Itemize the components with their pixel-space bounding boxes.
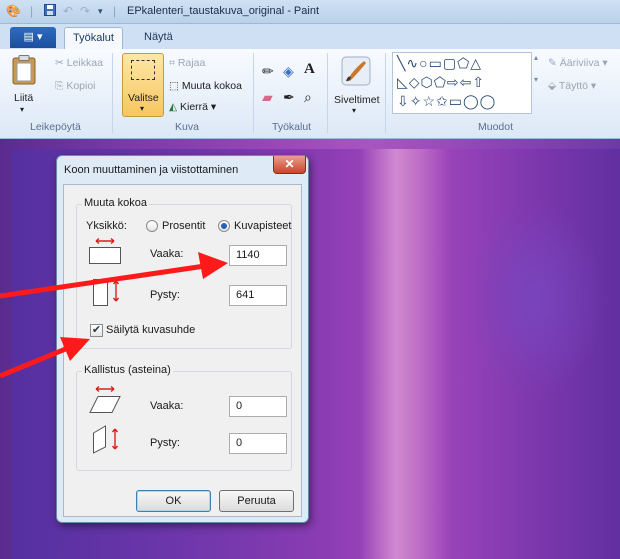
select-label: Valitse (128, 92, 159, 104)
fill-icon: ⬙ (548, 80, 557, 92)
unit-pixels-label[interactable]: Kuvapisteet (234, 220, 291, 232)
unit-percent-radio[interactable] (146, 220, 158, 232)
ok-button[interactable]: OK (136, 490, 211, 512)
title-bar: 🎨 | ↶ ↷ ▾ | EPkalenteri_taustakuva_origi… (0, 0, 620, 24)
shapes-row-1-icons: ╲∿○▭▢⬠△ (397, 55, 483, 71)
select-dropdown-icon: ▾ (140, 104, 145, 113)
paint-app-icon[interactable]: 🎨 (6, 4, 21, 20)
vertical-label: Pysty: (150, 289, 180, 301)
group-separator (112, 53, 113, 133)
skew-horizontal-label: Vaaka: (150, 400, 184, 412)
skew-vertical-input[interactable]: 0 (229, 433, 287, 454)
horizontal-size-input[interactable]: 1140 (229, 245, 287, 266)
copy-button[interactable]: ⎘ Kopioi (55, 80, 96, 93)
shapes-scroll-up-icon[interactable]: ▴ (534, 53, 538, 62)
resize-label: Muuta kokoa (181, 80, 242, 92)
shapes-row-2-icons: ◺◇⬡⬠⇨⇦⇧ (397, 74, 486, 90)
eraser-tool-icon[interactable]: ▰ (262, 89, 273, 106)
unit-pixels-radio[interactable] (218, 220, 230, 232)
ribbon: Liitä ▾ ✂ Leikkaa ⎘ Kopioi Leikepöytä Va… (0, 49, 620, 139)
group-label-shapes: Muodot (478, 121, 514, 133)
cut-label: Leikkaa (66, 57, 103, 69)
keep-aspect-ratio-label[interactable]: Säilytä kuvasuhde (106, 324, 195, 336)
fill-tool-icon[interactable]: ◈ (283, 63, 294, 80)
skew-group-title: Kallistus (asteina) (82, 364, 173, 376)
close-button[interactable]: ✕ (273, 156, 306, 174)
resize-group-title: Muuta kokoa (82, 197, 149, 209)
window-title: EPkalenteri_taustakuva_original - Paint (127, 5, 320, 17)
rotate-icon: ◭ (169, 101, 178, 113)
fill-label: Täyttö (558, 80, 588, 92)
paste-label[interactable]: Liitä (14, 92, 33, 104)
selection-icon (131, 60, 155, 80)
dialog-body: Muuta kokoa Yksikkö: Prosentit Kuvapiste… (63, 184, 302, 517)
divider: | (30, 4, 34, 18)
unit-percent-label[interactable]: Prosentit (162, 220, 205, 232)
resize-horizontal-icon (89, 237, 121, 264)
dialog-title: Koon muuttaminen ja viistottaminen (64, 164, 239, 176)
shapes-row-3-icons: ⇩✧☆✩▭◯◯ (397, 93, 497, 109)
scissors-icon: ✂ (55, 57, 64, 69)
cancel-button[interactable]: Peruuta (219, 490, 294, 512)
group-label-clipboard: Leikepöytä (30, 121, 81, 133)
clipboard-icon (12, 55, 36, 85)
cut-button[interactable]: ✂ Leikkaa (55, 57, 103, 69)
paste-dropdown-icon[interactable]: ▾ (20, 105, 24, 114)
group-separator (327, 53, 328, 133)
group-separator (253, 53, 254, 133)
tab-view[interactable]: Näytä (136, 27, 181, 49)
skew-vertical-label: Pysty: (150, 437, 180, 449)
customize-quick-access-icon[interactable]: ▾ (98, 6, 103, 22)
divider: | (113, 4, 117, 18)
outline-button[interactable]: ✎ Ääriviiva ▾ (548, 57, 608, 69)
copy-icon: ⎘ (55, 80, 64, 92)
fill-button[interactable]: ⬙ Täyttö ▾ (548, 80, 596, 92)
checkmark-icon: ✔ (91, 324, 102, 336)
resize-icon: ⬚ (169, 80, 179, 92)
tab-tools[interactable]: Työkalut (64, 27, 123, 49)
group-label-tools: Työkalut (272, 121, 312, 133)
redo-icon[interactable]: ↷ (80, 4, 90, 20)
skew-horizontal-icon (89, 385, 121, 413)
outline-icon: ✎ (548, 57, 557, 69)
shapes-gallery[interactable]: ╲∿○▭▢⬠△ ◺◇⬡⬠⇨⇦⇧ ⇩✧☆✩▭◯◯ (392, 52, 532, 114)
image-glow (360, 149, 450, 559)
close-icon: ✕ (284, 157, 295, 171)
magnifier-icon[interactable]: ⌕ (304, 89, 312, 106)
skew-horizontal-input[interactable]: 0 (229, 396, 287, 417)
group-separator (385, 53, 386, 133)
skew-vertical-icon (93, 425, 119, 454)
resize-button[interactable]: ⬚ Muuta kokoa (169, 80, 242, 92)
brushes-dropdown-icon[interactable]: ▾ (352, 106, 356, 115)
image-shadow (465, 199, 605, 399)
undo-icon[interactable]: ↶ (63, 4, 73, 20)
pencil-tool-icon[interactable]: ✏ (262, 63, 274, 80)
horizontal-label: Vaaka: (150, 248, 184, 260)
keep-aspect-ratio-checkbox[interactable]: ✔ (90, 324, 103, 337)
rotate-label: Kierrä (180, 101, 209, 113)
crop-label: Rajaa (177, 57, 206, 69)
paste-button[interactable] (12, 55, 38, 85)
copy-label: Kopioi (66, 80, 96, 92)
group-label-image: Kuva (175, 121, 199, 133)
brushes-label[interactable]: Siveltimet (334, 94, 380, 106)
ribbon-tab-row: ▤ ▾ Työkalut Näytä (0, 24, 620, 49)
select-button[interactable]: Valitse ▾ (122, 53, 164, 117)
shapes-scroll-down-icon[interactable]: ▾ (534, 75, 538, 84)
outline-label: Ääriviiva (559, 57, 600, 69)
file-menu-button[interactable]: ▤ ▾ (10, 27, 56, 48)
brushes-button[interactable] (340, 55, 372, 87)
resize-vertical-icon (93, 279, 120, 306)
vertical-size-input[interactable]: 641 (229, 285, 287, 306)
brush-icon (341, 56, 371, 86)
crop-button[interactable]: ⌗ Rajaa (169, 57, 205, 70)
text-tool-icon[interactable]: A (304, 61, 315, 78)
resize-skew-dialog: Koon muuttaminen ja viistottaminen ✕ Muu… (56, 155, 309, 523)
color-picker-icon[interactable]: ✒ (283, 89, 295, 106)
unit-label: Yksikkö: (86, 220, 127, 232)
save-icon[interactable] (44, 4, 56, 20)
crop-icon: ⌗ (169, 57, 175, 69)
rotate-button[interactable]: ◭ Kierrä ▾ (169, 101, 216, 113)
